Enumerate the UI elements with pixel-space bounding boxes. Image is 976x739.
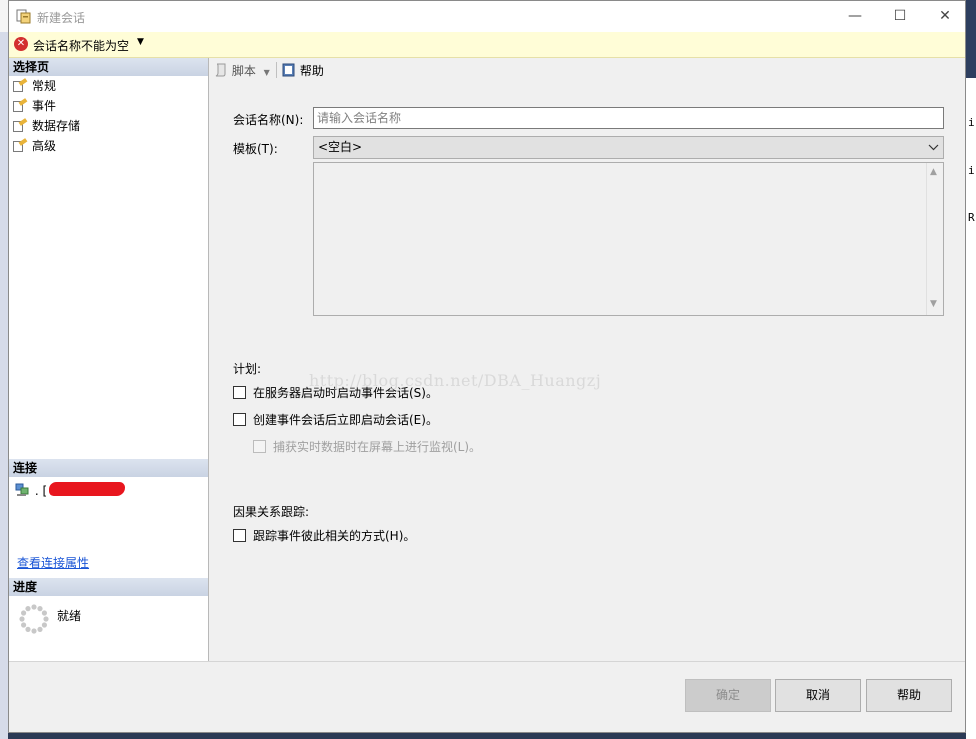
script-label: 脚本: [231, 64, 256, 78]
page-icon: [13, 78, 28, 92]
session-name-label: 会话名称(N):: [233, 113, 304, 127]
page-icon: [13, 118, 28, 132]
background-text: R: [968, 211, 975, 224]
background-app-left-top: [0, 0, 8, 32]
help-button[interactable]: 帮助: [866, 679, 952, 712]
server-connection-icon: [15, 483, 29, 496]
page-events[interactable]: 事件: [13, 97, 56, 115]
connection-header: 连接: [9, 459, 208, 477]
toolbar: 脚本 ▼ 帮助: [209, 58, 965, 82]
toolbar-separator: [276, 62, 277, 78]
maximize-button[interactable]: ☐: [877, 1, 923, 32]
progress-spinner-icon: [19, 604, 49, 634]
app-icon: [16, 8, 32, 24]
connection-row: . [: [15, 483, 47, 501]
template-select[interactable]: <空白>: [313, 136, 944, 159]
error-message-bar[interactable]: ✕ 会话名称不能为空 ▼: [9, 32, 965, 58]
script-dropdown-icon[interactable]: ▼: [264, 68, 270, 77]
background-text: i: [968, 164, 975, 177]
progress-header: 进度: [9, 578, 208, 596]
ok-button[interactable]: 确定: [685, 679, 771, 712]
error-message: 会话名称不能为空: [33, 39, 130, 53]
help-label: 帮助: [299, 64, 324, 78]
new-session-dialog: 新建会话 — ☐ ✕ ✕ 会话名称不能为空 ▼ 选择页 常规 事件 数据存储 高…: [8, 0, 966, 733]
background-app-right: [966, 0, 976, 739]
checkbox-box[interactable]: [233, 529, 246, 542]
cancel-button[interactable]: 取消: [775, 679, 861, 712]
window-title: 新建会话: [37, 11, 86, 25]
error-icon: ✕: [14, 37, 28, 51]
scroll-down-icon[interactable]: ▼: [930, 299, 937, 309]
close-button[interactable]: ✕: [922, 1, 968, 32]
page-label: 事件: [32, 99, 57, 113]
start-after-create-checkbox[interactable]: 创建事件会话后立即启动会话(E)。: [233, 413, 438, 429]
progress-status: 就绪: [57, 609, 82, 623]
view-connection-properties-link[interactable]: 查看连接属性: [17, 554, 89, 571]
page-label: 高级: [32, 139, 57, 153]
help-book-icon: [282, 63, 295, 77]
select-page-header: 选择页: [9, 58, 208, 76]
chevron-down-icon: [928, 137, 939, 165]
page-icon: [13, 138, 28, 152]
checkbox-label: 创建事件会话后立即启动会话(E)。: [253, 413, 438, 427]
script-button[interactable]: 脚本 ▼: [214, 62, 270, 79]
footer-separator: [9, 661, 965, 662]
page-advanced[interactable]: 高级: [13, 137, 56, 155]
page-label: 数据存储: [32, 119, 81, 133]
minimize-button[interactable]: —: [832, 1, 878, 32]
title-bar[interactable]: 新建会话 — ☐ ✕: [9, 1, 965, 32]
script-icon: [215, 63, 226, 77]
template-label: 模板(T):: [233, 142, 278, 156]
checkbox-box[interactable]: [233, 386, 246, 399]
template-description-box: ▲ ▼: [313, 162, 944, 316]
page-icon: [13, 98, 28, 112]
page-data-storage[interactable]: 数据存储: [13, 117, 80, 135]
checkbox-box[interactable]: [233, 413, 246, 426]
checkbox-box: [253, 440, 266, 453]
causality-label: 因果关系跟踪:: [233, 505, 310, 519]
watermark: http://blog.csdn.net/DBA_Huangzj: [309, 371, 602, 390]
redaction-mark: [49, 482, 125, 496]
left-pane: 选择页 常规 事件 数据存储 高级 连接 . [ 查看连接属性 进度 就绪: [9, 58, 209, 661]
description-scrollbar[interactable]: ▲ ▼: [926, 163, 943, 315]
checkbox-label: 跟踪事件彼此相关的方式(H)。: [253, 529, 416, 543]
session-name-field[interactable]: [313, 107, 944, 129]
page-general[interactable]: 常规: [13, 77, 56, 95]
dropdown-caret-icon[interactable]: ▼: [137, 37, 144, 47]
session-name-input[interactable]: [314, 108, 943, 128]
track-causality-checkbox[interactable]: 跟踪事件彼此相关的方式(H)。: [233, 529, 415, 545]
scroll-up-icon[interactable]: ▲: [930, 167, 937, 177]
background-text: i: [968, 116, 975, 129]
help-toolbar-button[interactable]: 帮助: [282, 62, 324, 79]
checkbox-label: 捕获实时数据时在屏幕上进行监视(L)。: [273, 440, 482, 454]
connection-server-name: . [: [34, 484, 48, 498]
background-app-left: [0, 0, 8, 739]
schedule-label: 计划:: [233, 362, 262, 376]
page-label: 常规: [32, 79, 57, 93]
watch-live-data-checkbox: 捕获实时数据时在屏幕上进行监视(L)。: [253, 440, 481, 456]
template-value: <空白>: [318, 140, 363, 154]
